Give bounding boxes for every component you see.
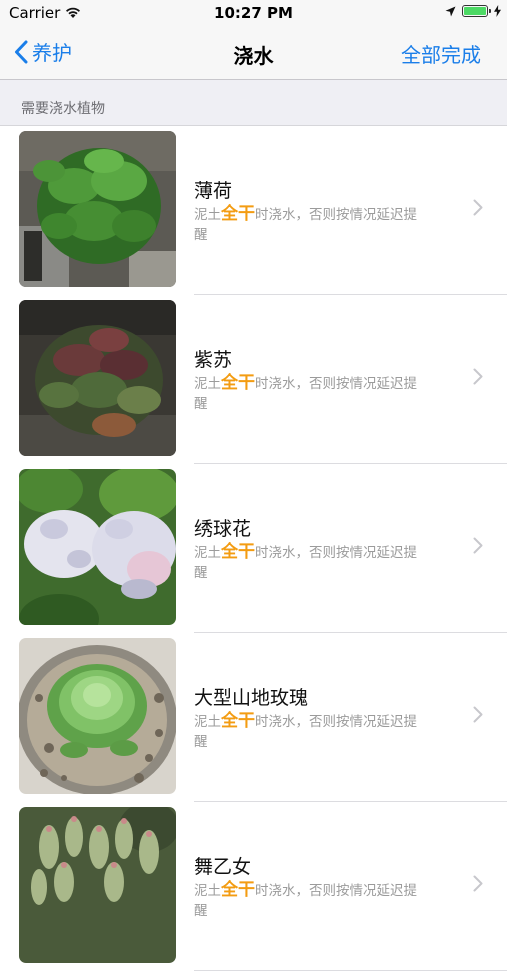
- plant-watering-note: 泥土全干时浇水，否则按情况延迟提醒: [194, 880, 417, 919]
- plant-watering-note: 泥土全干时浇水，否则按情况延迟提醒: [194, 542, 417, 581]
- dry-highlight: 全干: [221, 373, 255, 393]
- chevron-right-icon: [473, 706, 483, 723]
- section-header-label: 需要浇水植物: [21, 101, 105, 117]
- chevron-right-icon: [473, 368, 483, 385]
- plant-photo-hydrangea: [19, 469, 176, 625]
- charging-bolt-icon: [494, 5, 501, 17]
- plant-row[interactable]: 绣球花 泥土全干时浇水，否则按情况延迟提醒: [0, 464, 507, 633]
- plant-list: 薄荷 泥土全干时浇水，否则按情况延迟提醒 紫苏 泥土全干时浇水，否则按情况延迟提…: [0, 126, 507, 971]
- plant-name: 绣球花: [194, 518, 252, 540]
- location-arrow-icon: [445, 6, 456, 16]
- dry-highlight: 全干: [221, 542, 255, 562]
- plant-row[interactable]: 舞乙女 泥土全干时浇水，否则按情况延迟提醒: [0, 802, 507, 971]
- plant-row[interactable]: 紫苏 泥土全干时浇水，否则按情况延迟提醒: [0, 295, 507, 464]
- navigation-bar: 养护 浇水 全部完成: [0, 27, 507, 80]
- dry-highlight: 全干: [221, 204, 255, 224]
- dry-highlight: 全干: [221, 880, 255, 900]
- section-header: 需要浇水植物: [0, 80, 507, 126]
- plant-watering-note: 泥土全干时浇水，否则按情况延迟提醒: [194, 373, 417, 412]
- plant-watering-note: 泥土全干时浇水，否则按情况延迟提醒: [194, 711, 417, 750]
- plant-row[interactable]: 薄荷 泥土全干时浇水，否则按情况延迟提醒: [0, 126, 507, 295]
- plant-name: 舞乙女: [194, 856, 252, 878]
- status-bar: Carrier 10:27 PM: [0, 0, 507, 27]
- dry-highlight: 全干: [221, 711, 255, 731]
- plant-photo-crassula: [19, 807, 176, 963]
- plant-photo-mountain-rose: [19, 638, 176, 794]
- plant-name: 紫苏: [194, 349, 233, 371]
- chevron-right-icon: [473, 875, 483, 892]
- plant-name: 薄荷: [194, 180, 233, 202]
- plant-watering-note: 泥土全干时浇水，否则按情况延迟提醒: [194, 204, 417, 243]
- battery-icon: [462, 5, 491, 17]
- clock: 10:27 PM: [214, 4, 293, 22]
- plant-row[interactable]: 大型山地玫瑰 泥土全干时浇水，否则按情况延迟提醒: [0, 633, 507, 802]
- complete-all-button[interactable]: 全部完成: [401, 39, 481, 68]
- plant-name: 大型山地玫瑰: [194, 687, 309, 709]
- chevron-right-icon: [473, 537, 483, 554]
- plant-photo-perilla: [19, 300, 176, 456]
- chevron-right-icon: [473, 199, 483, 216]
- plant-photo-mint: [19, 131, 176, 287]
